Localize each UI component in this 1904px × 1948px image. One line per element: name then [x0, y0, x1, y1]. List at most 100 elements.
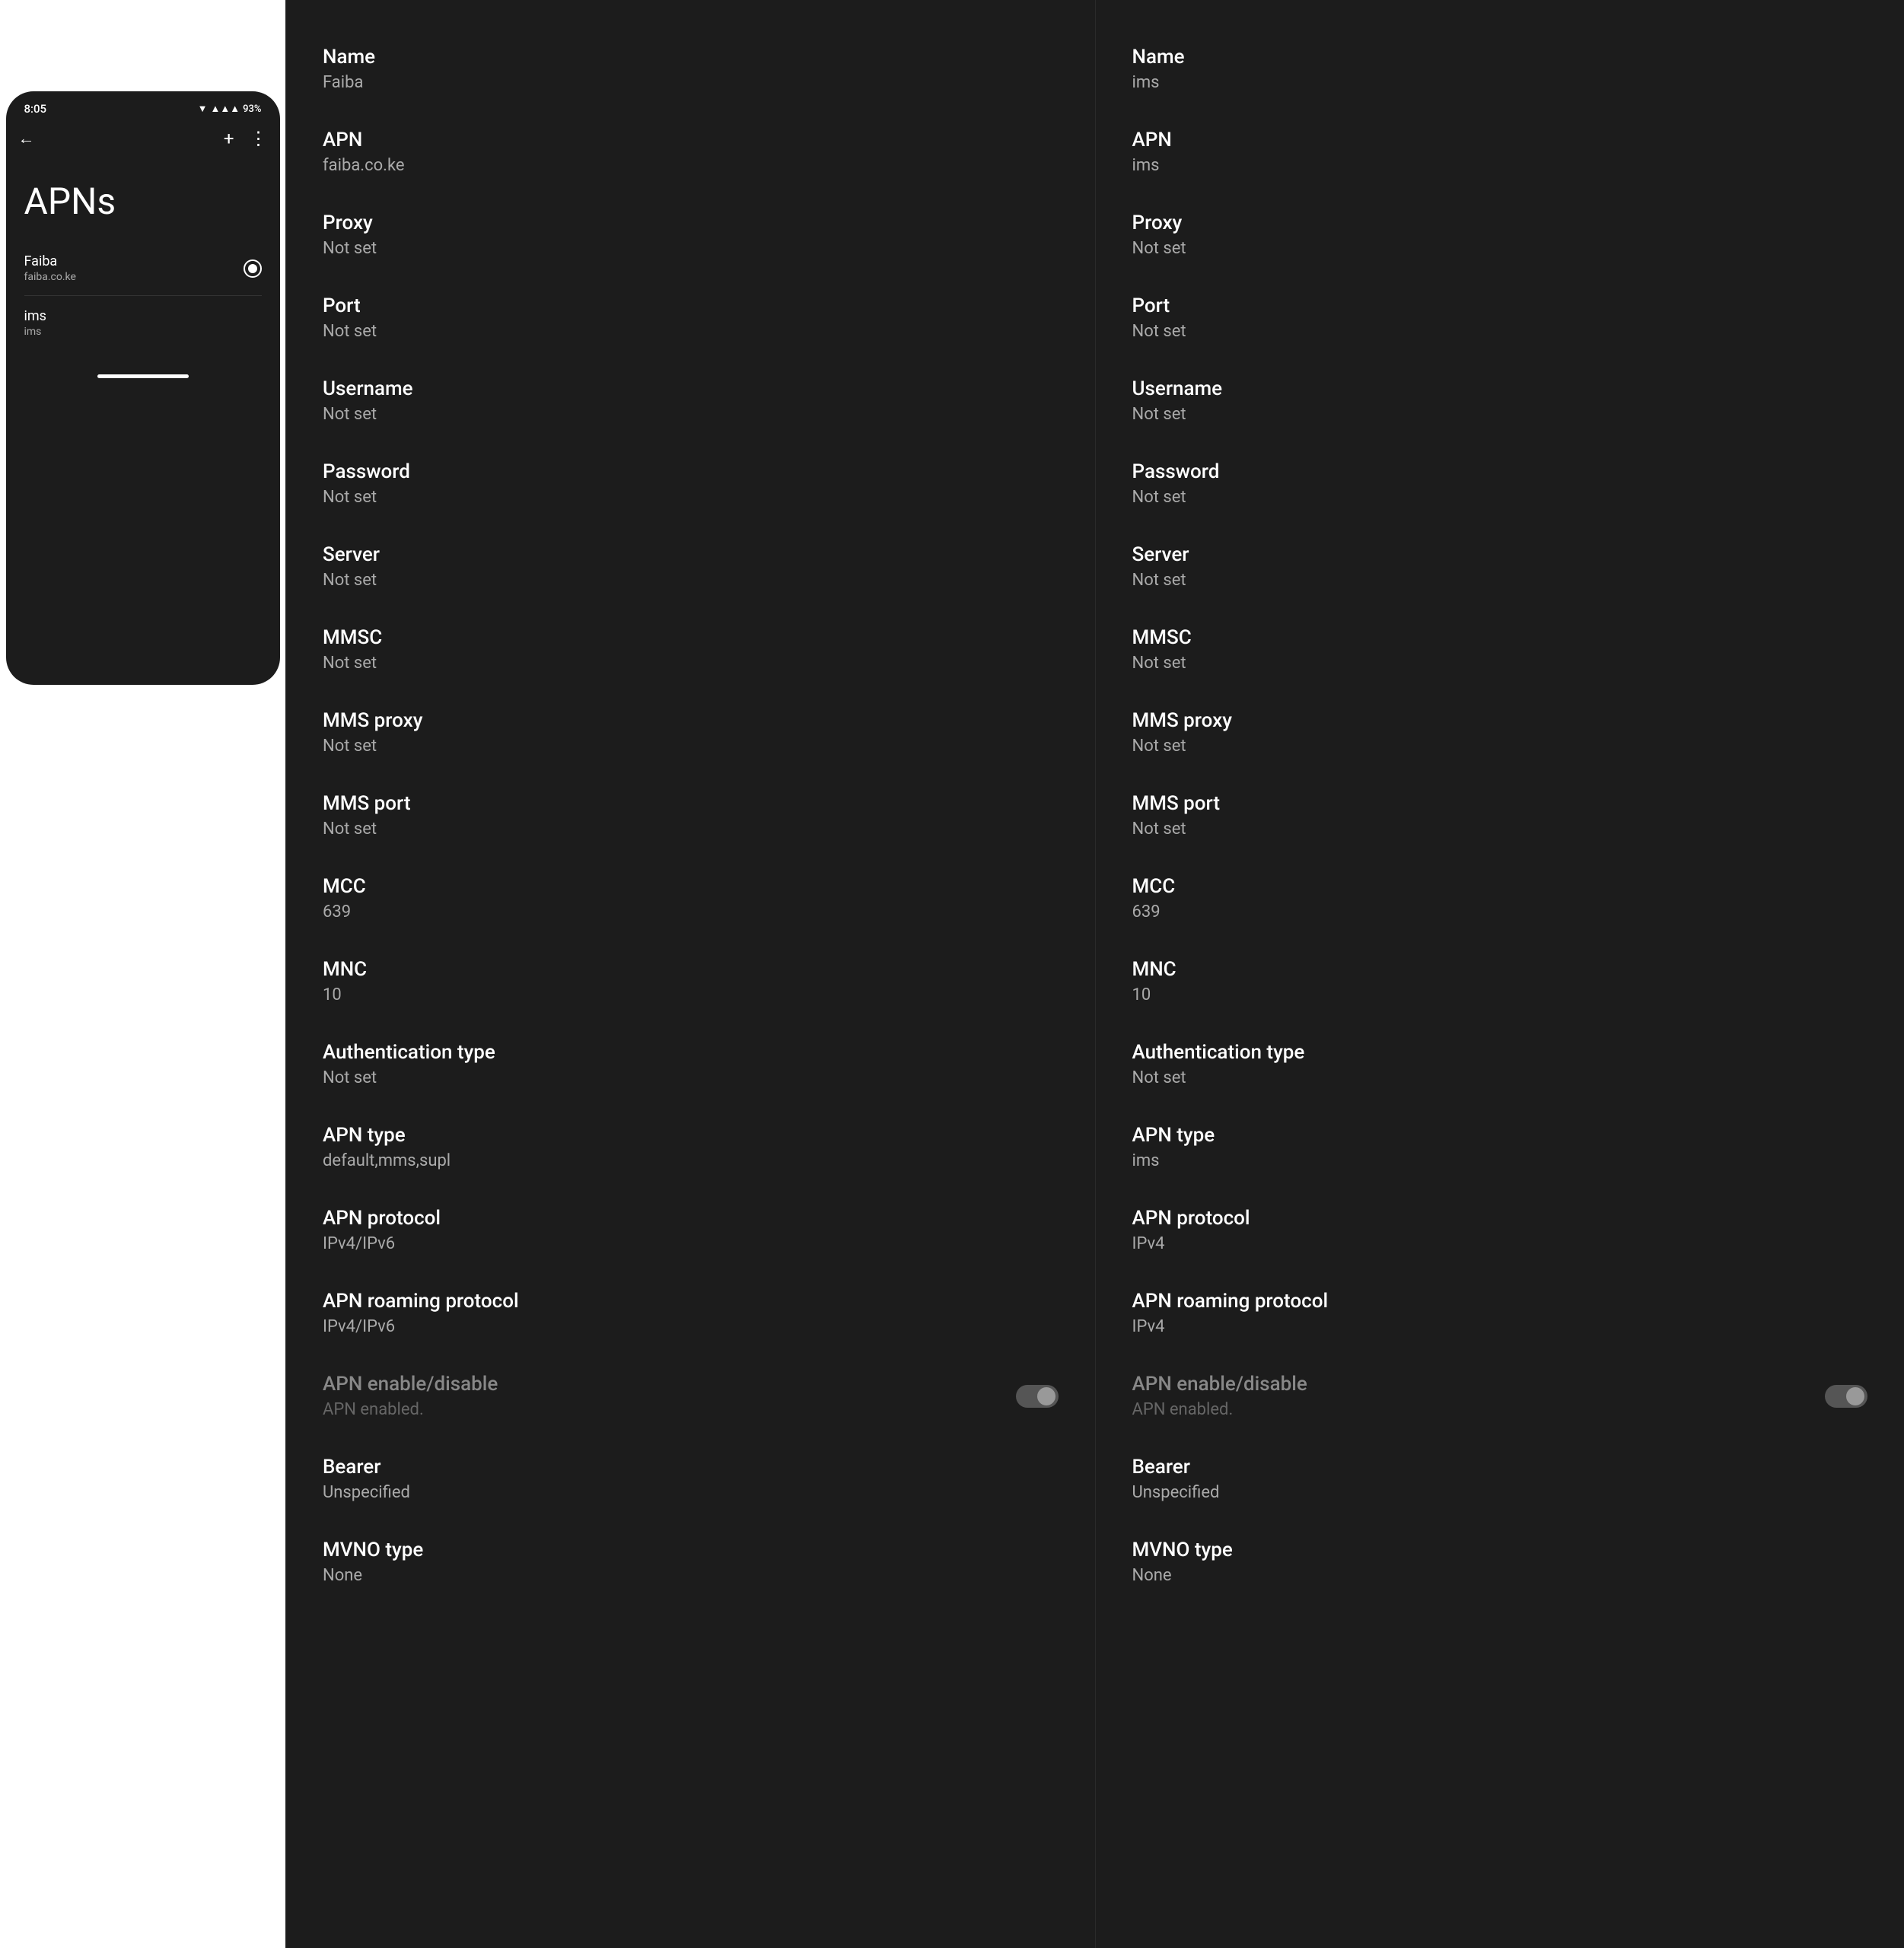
toggle-sublabel: APN enabled. [1132, 1400, 1826, 1419]
detail-field[interactable]: MMS portNot set [1132, 792, 1868, 839]
field-value: ims [1132, 156, 1868, 175]
field-value: None [323, 1566, 1059, 1585]
time-display: 8:05 [24, 102, 47, 116]
list-item[interactable]: Faiba faiba.co.ke [24, 241, 262, 296]
detail-field[interactable]: MMSCNot set [323, 626, 1059, 673]
detail-field[interactable]: MNC10 [323, 958, 1059, 1004]
apn-ims-sub: ims [24, 326, 46, 338]
detail-field[interactable]: MCC639 [323, 875, 1059, 921]
detail-field[interactable]: MNC10 [1132, 958, 1868, 1004]
radio-faiba-inner [248, 264, 257, 273]
field-label: Authentication type [323, 1041, 1059, 1064]
detail-field[interactable]: Name ims [1132, 46, 1868, 92]
detail-field[interactable]: APN protocolIPv4/IPv6 [323, 1207, 1059, 1253]
field-value: Not set [1132, 737, 1868, 756]
detail-field[interactable]: UsernameNot set [323, 377, 1059, 424]
home-indicator [97, 374, 189, 378]
detail-field[interactable]: APN roaming protocolIPv4/IPv6 [323, 1290, 1059, 1336]
field-label: APN protocol [1132, 1207, 1868, 1230]
field-label: MCC [323, 875, 1059, 898]
detail-field[interactable]: Authentication typeNot set [1132, 1041, 1868, 1087]
faiba-detail-panel: NameFaiba APNfaiba.co.ke ProxyNot set PortN… [285, 0, 1095, 1948]
detail-field[interactable]: MVNO type None [1132, 1539, 1868, 1585]
field-value: 10 [1132, 985, 1868, 1004]
detail-field[interactable]: PortNot set [323, 294, 1059, 341]
field-label: APN type [1132, 1124, 1868, 1147]
detail-field[interactable]: BearerUnspecified [1132, 1456, 1868, 1502]
detail-field[interactable]: PortNot set [1132, 294, 1868, 341]
field-label: Bearer [323, 1456, 1059, 1479]
status-bar: 8:05 ▼ ▲▲▲ 93% [6, 91, 280, 122]
field-value: Not set [323, 405, 1059, 424]
field-label: APN roaming protocol [1132, 1290, 1868, 1313]
radio-faiba[interactable] [244, 259, 262, 278]
detail-field[interactable]: APN protocol IPv4 [1132, 1207, 1868, 1253]
detail-field[interactable]: MMS portNot set [323, 792, 1059, 839]
field-value: Not set [323, 1068, 1059, 1087]
detail-field[interactable]: APNfaiba.co.ke [323, 129, 1059, 175]
page-title: APNs [6, 155, 280, 241]
wifi-icon: ▼ [198, 103, 208, 115]
detail-field[interactable]: APN roaming protocolIPv4 [1132, 1290, 1868, 1336]
status-icons: ▼ ▲▲▲ 93% [198, 103, 262, 115]
field-label: Password [1132, 460, 1868, 483]
field-label: MCC [1132, 875, 1868, 898]
signal-icon: ▲▲▲ [211, 103, 240, 115]
field-value: Not set [323, 820, 1059, 839]
toggle-knob [1037, 1387, 1055, 1405]
detail-field[interactable]: MCC639 [1132, 875, 1868, 921]
list-item[interactable]: ims ims [24, 296, 262, 350]
detail-field[interactable]: NameFaiba [323, 46, 1059, 92]
toggle-switch[interactable] [1016, 1385, 1059, 1408]
detail-field[interactable]: ProxyNot set [323, 212, 1059, 258]
add-button[interactable]: + [224, 128, 234, 149]
field-label: MMS proxy [1132, 709, 1868, 732]
toggle-sublabel: APN enabled. [323, 1400, 1016, 1419]
detail-field[interactable]: APN typeims [1132, 1124, 1868, 1170]
field-value: Unspecified [323, 1483, 1059, 1502]
field-label: APN type [323, 1124, 1059, 1147]
field-label: APN protocol [323, 1207, 1059, 1230]
detail-field[interactable]: MVNO typeNone [323, 1539, 1059, 1585]
ims-detail-panel: NameimsAPNimsProxyNot setPortNot setUser… [1095, 0, 1904, 1948]
detail-field[interactable]: MMS proxyNot set [323, 709, 1059, 756]
back-button[interactable]: ← [18, 129, 35, 148]
detail-field[interactable]: MMSCNot set [1132, 626, 1868, 673]
apn-item-faiba-text: Faiba faiba.co.ke [24, 253, 76, 283]
field-value: Not set [323, 239, 1059, 258]
field-label: Password [323, 460, 1059, 483]
field-value: Not set [1132, 820, 1868, 839]
field-value: default,mms,supl [323, 1151, 1059, 1170]
detail-field[interactable]: PasswordNot set [323, 460, 1059, 507]
toggle-label: APN enable/disable [323, 1373, 1016, 1396]
field-value: None [1132, 1566, 1868, 1585]
field-value: Not set [323, 654, 1059, 673]
field-label: MMS proxy [323, 709, 1059, 732]
detail-field[interactable]: ProxyNot set [1132, 212, 1868, 258]
battery-display: 93% [243, 103, 261, 115]
detail-field[interactable]: Password Not set [1132, 460, 1868, 507]
detail-field[interactable]: APN type default,mms,supl [323, 1124, 1059, 1170]
field-value: IPv4 [1132, 1234, 1868, 1253]
field-value: IPv4/IPv6 [323, 1317, 1059, 1336]
toggle-text: APN enable/disable APN enabled. [323, 1373, 1016, 1419]
detail-field[interactable]: Authentication type Not set [323, 1041, 1059, 1087]
field-label: MVNO type [1132, 1539, 1868, 1561]
field-value: ims [1132, 73, 1868, 92]
field-value: Not set [1132, 488, 1868, 507]
apn-faiba-name: Faiba [24, 253, 76, 269]
field-label: Bearer [1132, 1456, 1868, 1479]
field-label: Name [1132, 46, 1868, 68]
detail-field[interactable]: ServerNot set [1132, 543, 1868, 590]
detail-field[interactable]: Bearer Unspecified [323, 1456, 1059, 1502]
detail-field[interactable]: MMS proxy Not set [1132, 709, 1868, 756]
field-label: MNC [323, 958, 1059, 981]
detail-field[interactable]: ServerNot set [323, 543, 1059, 590]
more-button[interactable]: ⋮ [250, 128, 268, 149]
field-label: Server [323, 543, 1059, 566]
detail-field[interactable]: UsernameNot set [1132, 377, 1868, 424]
field-label: Proxy [1132, 212, 1868, 234]
field-label: MMSC [1132, 626, 1868, 649]
detail-field[interactable]: APNims [1132, 129, 1868, 175]
toggle-switch[interactable] [1825, 1385, 1867, 1408]
